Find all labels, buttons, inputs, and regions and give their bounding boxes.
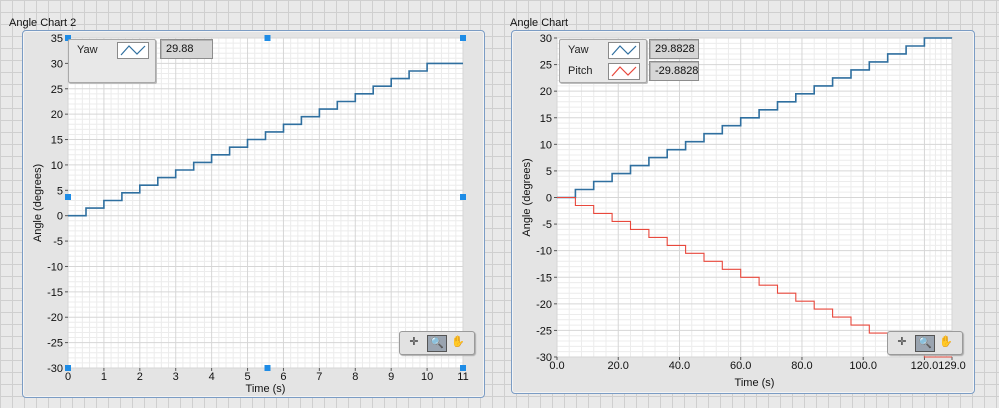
chart-2-plot[interactable]: 0.0 20.0 40.0 60.0 80.0 100.0 120.0 129.0302520… <box>0 0 999 408</box>
y-tick-label: -25 <box>536 325 552 337</box>
y-tick-label: 25 <box>540 60 552 72</box>
legend-label-yaw: Yaw <box>568 44 589 56</box>
x-axis-label: Time (s) <box>735 377 775 389</box>
chart-2-legend: Yaw Pitch <box>559 39 647 83</box>
x-tick-label: 60.0 <box>730 360 751 372</box>
x-tick-label: 20.0 <box>608 360 629 372</box>
x-tick-label: 100.0 <box>849 360 877 372</box>
legend-item-yaw[interactable]: Yaw <box>560 40 646 60</box>
y-tick-label: -20 <box>536 299 552 311</box>
chart-2-graph-palette: ✛ 🔍 ✋ <box>887 331 963 355</box>
zoom-icon[interactable]: 🔍 <box>915 335 935 352</box>
y-tick-label: -10 <box>536 246 552 258</box>
yaw-line-swatch-icon <box>608 42 640 59</box>
x-tick-label: 129.0 <box>938 360 966 372</box>
y-tick-label: 15 <box>540 113 552 125</box>
pitch-line-swatch-icon <box>608 63 640 80</box>
legend-label-pitch: Pitch <box>568 65 593 77</box>
legend-item-pitch[interactable]: Pitch <box>560 61 646 81</box>
chart-2-pitch-readout: -29.8828 <box>649 61 699 81</box>
y-tick-label: -5 <box>542 219 552 231</box>
y-tick-label: -30 <box>536 352 552 364</box>
y-tick-label: 20 <box>540 86 552 98</box>
y-tick-label: -15 <box>536 272 552 284</box>
pan-hand-icon[interactable]: ✋ <box>937 335 955 350</box>
y-tick-label: 0 <box>546 193 552 205</box>
x-tick-label: 40.0 <box>669 360 690 372</box>
crosshair-icon[interactable]: ✛ <box>893 335 911 350</box>
x-tick-label: 120.0 <box>911 360 939 372</box>
y-axis-label: Angle (degrees) <box>521 158 533 236</box>
y-tick-label: 5 <box>546 166 552 178</box>
y-tick-label: 10 <box>540 139 552 151</box>
y-tick-label: 30 <box>540 33 552 45</box>
x-tick-label: 80.0 <box>791 360 812 372</box>
chart-2-yaw-readout: 29.8828 <box>649 39 699 59</box>
